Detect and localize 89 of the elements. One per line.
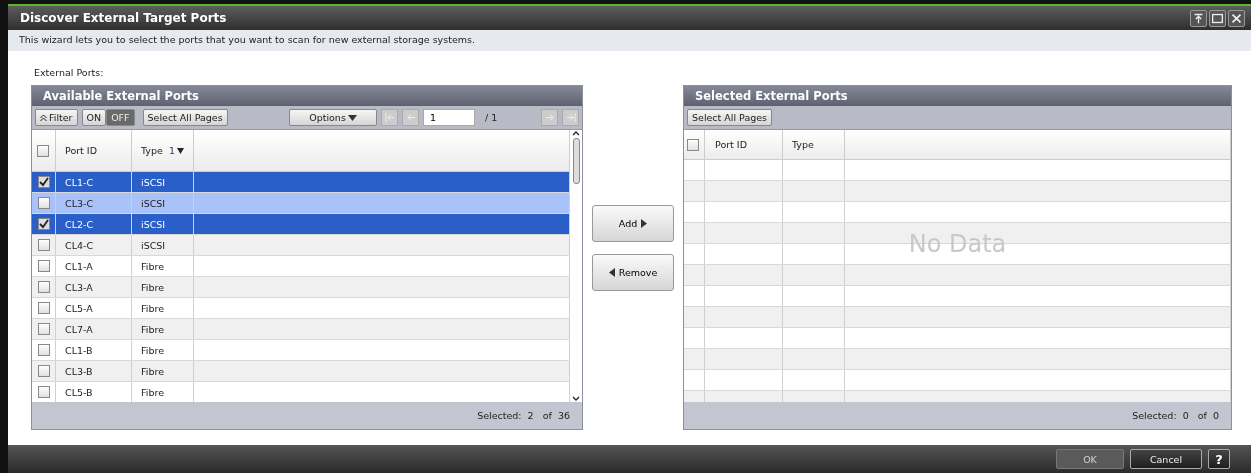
table-row[interactable]: CL1-A Fibre [32,256,570,277]
sort-descending-icon [177,147,185,154]
row-checkbox[interactable] [37,176,50,188]
table-cell: iSCSI [141,239,166,251]
maximize-icon[interactable] [1209,9,1226,27]
column-header[interactable]: Port ID [715,139,747,150]
scrollbar[interactable] [570,130,582,402]
table-cell: Fibre [141,323,164,335]
table-cell: iSCSI [141,176,166,188]
table-cell: Fibre [141,365,164,377]
table-cell: CL7-A [65,323,93,335]
row-checkbox[interactable] [37,302,50,314]
next-page-button[interactable] [541,109,558,126]
table-cell: iSCSI [141,218,166,230]
add-button[interactable]: Add [592,205,674,242]
section-label: External Ports: [34,67,104,78]
double-chevron-up-icon [40,113,47,122]
last-page-icon [565,113,576,122]
table-cell: CL4-C [65,239,94,251]
table-cell: Fibre [141,386,164,398]
filter-button[interactable]: Filter [35,109,78,126]
selection-count: Selected: 0 of 0 [1132,410,1219,421]
row-checkbox[interactable] [37,323,50,335]
table-cell: CL1-A [65,260,93,272]
row-checkbox[interactable] [37,239,50,251]
first-page-icon [384,113,395,122]
remove-button[interactable]: Remove [592,254,674,291]
table-cell: CL3-C [65,197,94,209]
table-cell: CL2-C [65,218,94,230]
left-triangle-icon [608,268,615,277]
row-checkbox[interactable] [37,197,50,209]
table-cell: Fibre [141,260,164,272]
table-cell: iSCSI [141,197,166,209]
scrollbar-thumb[interactable] [572,138,580,184]
row-checkbox[interactable] [37,218,50,230]
page-total: / 1 [484,112,499,123]
select-all-pages-button[interactable]: Select All Pages [687,109,773,126]
table-row[interactable]: CL3-A Fibre [32,277,570,298]
table-cell: CL1-C [65,176,94,188]
table-row[interactable]: CL3-B Fibre [32,361,570,382]
panel-title: Selected External Ports [695,89,848,103]
table-cell: Fibre [141,302,164,314]
column-header[interactable]: Type [792,139,814,150]
sort-order: 1 [169,145,176,156]
filter-toggle[interactable]: ON [81,109,107,126]
table-cell: Fibre [141,344,164,356]
right-arrow-icon [544,113,555,122]
first-page-button[interactable] [381,109,398,126]
row-checkbox[interactable] [37,365,50,377]
select-all-pages-button[interactable]: Select All Pages [142,109,228,126]
previous-page-button[interactable] [402,109,419,126]
table-cell: CL3-B [65,365,93,377]
column-header[interactable]: Port ID [65,145,97,156]
table-cell: CL5-B [65,386,93,398]
table-cell: CL1-B [65,344,93,356]
description-text: This wizard lets you to select the ports that you want to scan for new external storage systems. [8,30,1251,51]
table-row[interactable]: CL4-C iSCSI [32,235,570,256]
window-title: Discover External Target Ports [20,11,227,25]
left-arrow-icon [405,113,416,122]
right-triangle-icon [641,219,648,228]
table-row[interactable]: CL5-A Fibre [32,298,570,319]
table-cell: CL5-A [65,302,93,314]
chevron-down-icon [572,396,580,402]
select-all-checkbox[interactable] [687,138,699,151]
select-all-checkbox[interactable] [37,144,49,157]
table-row[interactable]: CL1-C iSCSI [32,172,570,193]
last-page-button[interactable] [562,109,579,126]
help-button[interactable]: ? [1208,449,1230,469]
selection-count: Selected: 2 of 36 [477,410,570,421]
chevron-up-icon [572,130,580,136]
table-cell: CL3-A [65,281,93,293]
row-checkbox[interactable] [37,260,50,272]
column-header[interactable]: Type [141,143,163,158]
panel-title: Available External Ports [43,89,199,103]
pin-icon[interactable] [1190,9,1207,27]
table-row[interactable]: CL2-C iSCSI [32,214,570,235]
dialog-button[interactable]: Cancel [1130,449,1202,469]
row-checkbox[interactable] [37,281,50,293]
table-row[interactable]: CL3-C iSCSI [32,193,570,214]
close-icon[interactable] [1228,9,1245,27]
row-checkbox[interactable] [37,386,50,398]
filter-toggle[interactable]: OFF [106,109,135,126]
table-cell: Fibre [141,281,164,293]
row-checkbox[interactable] [37,344,50,356]
page-field[interactable]: 1 [423,109,475,126]
caret-down-icon [347,114,357,121]
table-row[interactable]: CL7-A Fibre [32,319,570,340]
table-row[interactable]: CL1-B Fibre [32,340,570,361]
options-button[interactable]: Options [289,109,377,126]
